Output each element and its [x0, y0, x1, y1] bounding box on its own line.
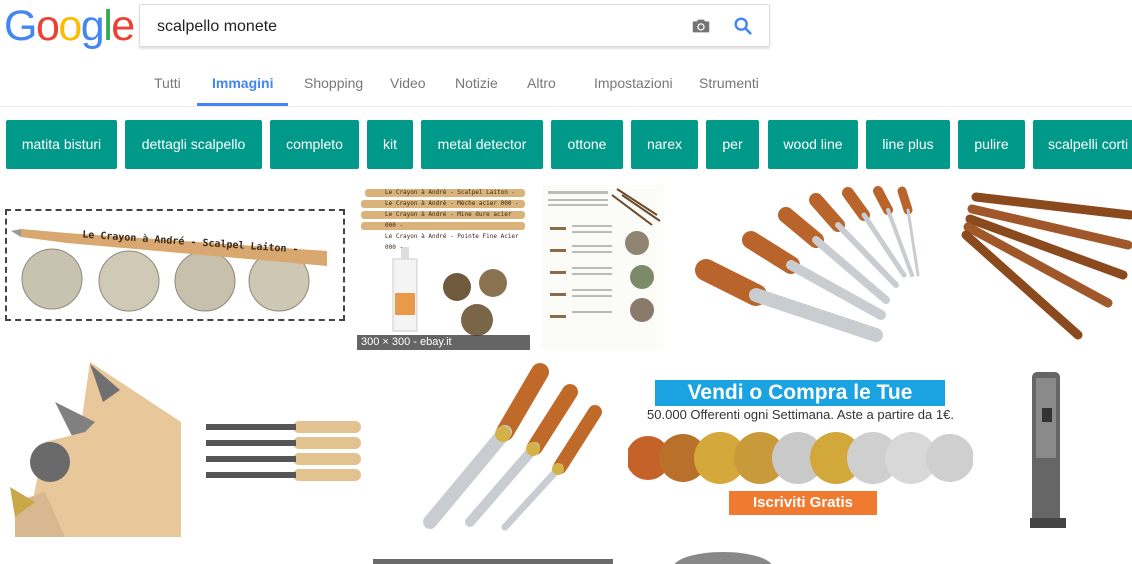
logo-letter: e	[111, 2, 135, 50]
tab-tutti[interactable]: Tutti	[154, 75, 181, 91]
pencil-label: Le Crayon à André - Pointe Fine Acier 00…	[385, 233, 519, 251]
chip-line-plus[interactable]: line plus	[866, 120, 950, 169]
magnifier-icon[interactable]	[732, 15, 754, 37]
pencil-bundle-image	[961, 192, 1132, 340]
result-image-pencil-tips[interactable]	[5, 362, 181, 537]
result-image-row3-b[interactable]	[668, 550, 778, 564]
ad-banner-title: Vendi o Compra le Tue Monete	[655, 380, 945, 430]
result-image-pencil-bundle[interactable]	[958, 185, 1132, 350]
pencil-tips-image	[10, 362, 181, 537]
search-input[interactable]	[155, 14, 679, 40]
chip-ottone[interactable]: ottone	[551, 120, 623, 169]
camera-icon[interactable]	[690, 15, 712, 37]
result-image-pencils-kit[interactable]: Le Crayon à André - Scalpel Laiton - Le …	[357, 185, 530, 350]
result-image-pencil-coins[interactable]: Le Crayon à André - Scalpel Laiton -	[5, 209, 345, 321]
chip-completo[interactable]: completo	[270, 120, 359, 169]
pencils-kit-labels: Le Crayon à André - Scalpel Laiton - Le …	[385, 187, 525, 253]
logo-letter: l	[103, 2, 113, 50]
ad-signup-button[interactable]: Iscriviti Gratis	[729, 491, 877, 515]
chip-scalpelli-corti[interactable]: scalpelli corti	[1033, 120, 1132, 169]
pencil-label: Le Crayon à André - Mine dure acier 000 …	[385, 211, 512, 229]
chip-per[interactable]: per	[706, 120, 759, 169]
chisel-set-image	[695, 186, 920, 342]
tab-video[interactable]: Video	[390, 75, 426, 91]
result-image-row3-a[interactable]	[373, 559, 613, 564]
result-image-chisel-trio[interactable]	[400, 362, 615, 537]
ad-banner-subtitle: 50.000 Offerenti ogni Settimana. Aste a …	[647, 407, 954, 422]
coin-peek-image	[674, 552, 772, 564]
image-hover-caption: 300 × 300 - ebay.it	[357, 335, 530, 350]
instructions-sheet-image	[542, 185, 663, 350]
active-tab-indicator	[197, 103, 288, 106]
result-image-instructions[interactable]	[542, 185, 663, 350]
result-image-chisel-set[interactable]	[676, 185, 946, 350]
header: Google Tutti Immagini Shopping Video Not…	[0, 0, 1132, 107]
search-box	[139, 4, 770, 47]
chip-dettagli-scalpello[interactable]: dettagli scalpello	[125, 120, 262, 169]
pencil-coins-image	[11, 229, 327, 312]
logo-letter: G	[4, 2, 37, 50]
result-image-coin-machine[interactable]	[1020, 368, 1080, 533]
chip-pulire[interactable]: pulire	[958, 120, 1025, 169]
logo-letter: o	[58, 2, 82, 50]
search-tabs: Tutti Immagini Shopping Video Notizie Al…	[0, 66, 900, 106]
related-search-chips: matita bisturi dettagli scalpello comple…	[6, 120, 1132, 169]
google-logo[interactable]: Google	[4, 2, 135, 50]
result-image-wood-chisels[interactable]	[198, 415, 366, 490]
tab-shopping[interactable]: Shopping	[304, 75, 363, 91]
chip-wood-line[interactable]: wood line	[768, 120, 858, 169]
chip-metal-detector[interactable]: metal detector	[421, 120, 543, 169]
pencil-label: Le Crayon à André - Scalpel Laiton -	[385, 189, 516, 196]
chip-narex[interactable]: narex	[631, 120, 698, 169]
result-image-coin-ad[interactable]: Vendi o Compra le Tue Monete 50.000 Offe…	[628, 377, 973, 523]
tab-impostazioni[interactable]: Impostazioni	[594, 75, 673, 91]
pencil-label: Le Crayon à André - Mèche acier 000 -	[385, 200, 519, 207]
chip-matita-bisturi[interactable]: matita bisturi	[6, 120, 117, 169]
chisel-trio-image	[423, 363, 602, 531]
tab-strumenti[interactable]: Strumenti	[699, 75, 759, 91]
logo-letter: o	[35, 2, 60, 50]
tab-immagini[interactable]: Immagini	[212, 75, 273, 91]
coins-row-image	[628, 432, 973, 484]
wood-chisels-image	[206, 421, 361, 481]
tab-altro[interactable]: Altro	[527, 75, 556, 91]
chip-kit[interactable]: kit	[367, 120, 413, 169]
logo-letter: g	[80, 2, 105, 50]
tab-notizie[interactable]: Notizie	[455, 75, 498, 91]
coin-machine-image	[1030, 372, 1066, 528]
